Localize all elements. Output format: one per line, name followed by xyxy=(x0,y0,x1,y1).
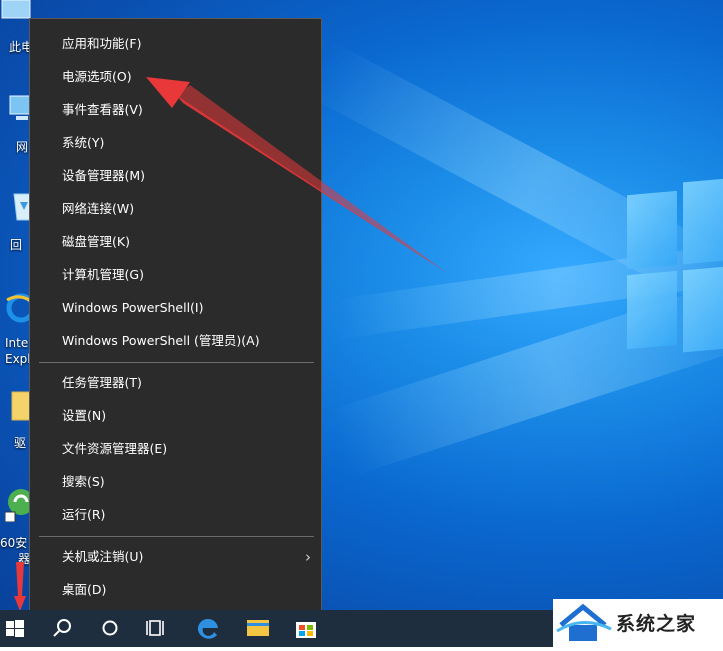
file-explorer-icon xyxy=(247,620,269,636)
cortana-icon xyxy=(102,620,118,636)
start-annotation-arrow xyxy=(14,562,26,611)
annotation-arrows xyxy=(14,77,447,611)
cortana-button[interactable] xyxy=(86,610,134,647)
store-button[interactable] xyxy=(282,610,330,647)
watermark-logo: 系统之家 xyxy=(553,599,723,647)
task-view-button[interactable] xyxy=(134,610,182,647)
search-icon xyxy=(53,619,71,637)
house-logo-icon xyxy=(556,603,612,641)
watermark-text: 系统之家 xyxy=(616,613,697,635)
file-explorer-button[interactable] xyxy=(234,610,282,647)
edge-icon xyxy=(197,618,218,639)
annotation-arrow-line-shade xyxy=(176,85,447,273)
store-icon xyxy=(296,622,316,638)
edge-button[interactable] xyxy=(184,610,232,647)
task-view-icon xyxy=(146,620,164,636)
search-button[interactable] xyxy=(38,610,86,647)
